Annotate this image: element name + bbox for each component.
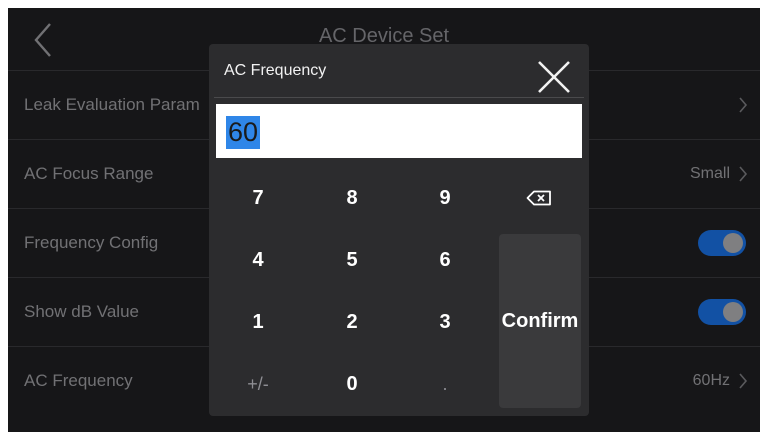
key-2[interactable]: 2 bbox=[312, 292, 392, 352]
key-5[interactable]: 5 bbox=[312, 230, 392, 290]
app-screen: AC Device Set Leak Evaluation Param AC F… bbox=[8, 8, 760, 432]
backspace-icon bbox=[526, 190, 551, 206]
key-6[interactable]: 6 bbox=[405, 230, 485, 290]
key-0[interactable]: 0 bbox=[312, 354, 392, 414]
frequency-input[interactable]: 60 bbox=[216, 104, 582, 158]
close-icon[interactable] bbox=[533, 56, 575, 98]
ac-frequency-dialog: AC Frequency 60 7 8 9 4 5 6 1 2 3 +/- 0 … bbox=[209, 44, 589, 416]
key-1[interactable]: 1 bbox=[218, 292, 298, 352]
key-decimal[interactable]: . bbox=[405, 354, 485, 414]
key-9[interactable]: 9 bbox=[405, 168, 485, 228]
confirm-button[interactable]: Confirm bbox=[499, 234, 581, 408]
key-4[interactable]: 4 bbox=[218, 230, 298, 290]
key-8[interactable]: 8 bbox=[312, 168, 392, 228]
input-value: 60 bbox=[226, 116, 261, 149]
key-plus-minus[interactable]: +/- bbox=[218, 354, 298, 414]
key-7[interactable]: 7 bbox=[218, 168, 298, 228]
dialog-title: AC Frequency bbox=[224, 62, 327, 79]
key-3[interactable]: 3 bbox=[405, 292, 485, 352]
backspace-key[interactable] bbox=[499, 168, 579, 228]
divider bbox=[214, 97, 584, 98]
